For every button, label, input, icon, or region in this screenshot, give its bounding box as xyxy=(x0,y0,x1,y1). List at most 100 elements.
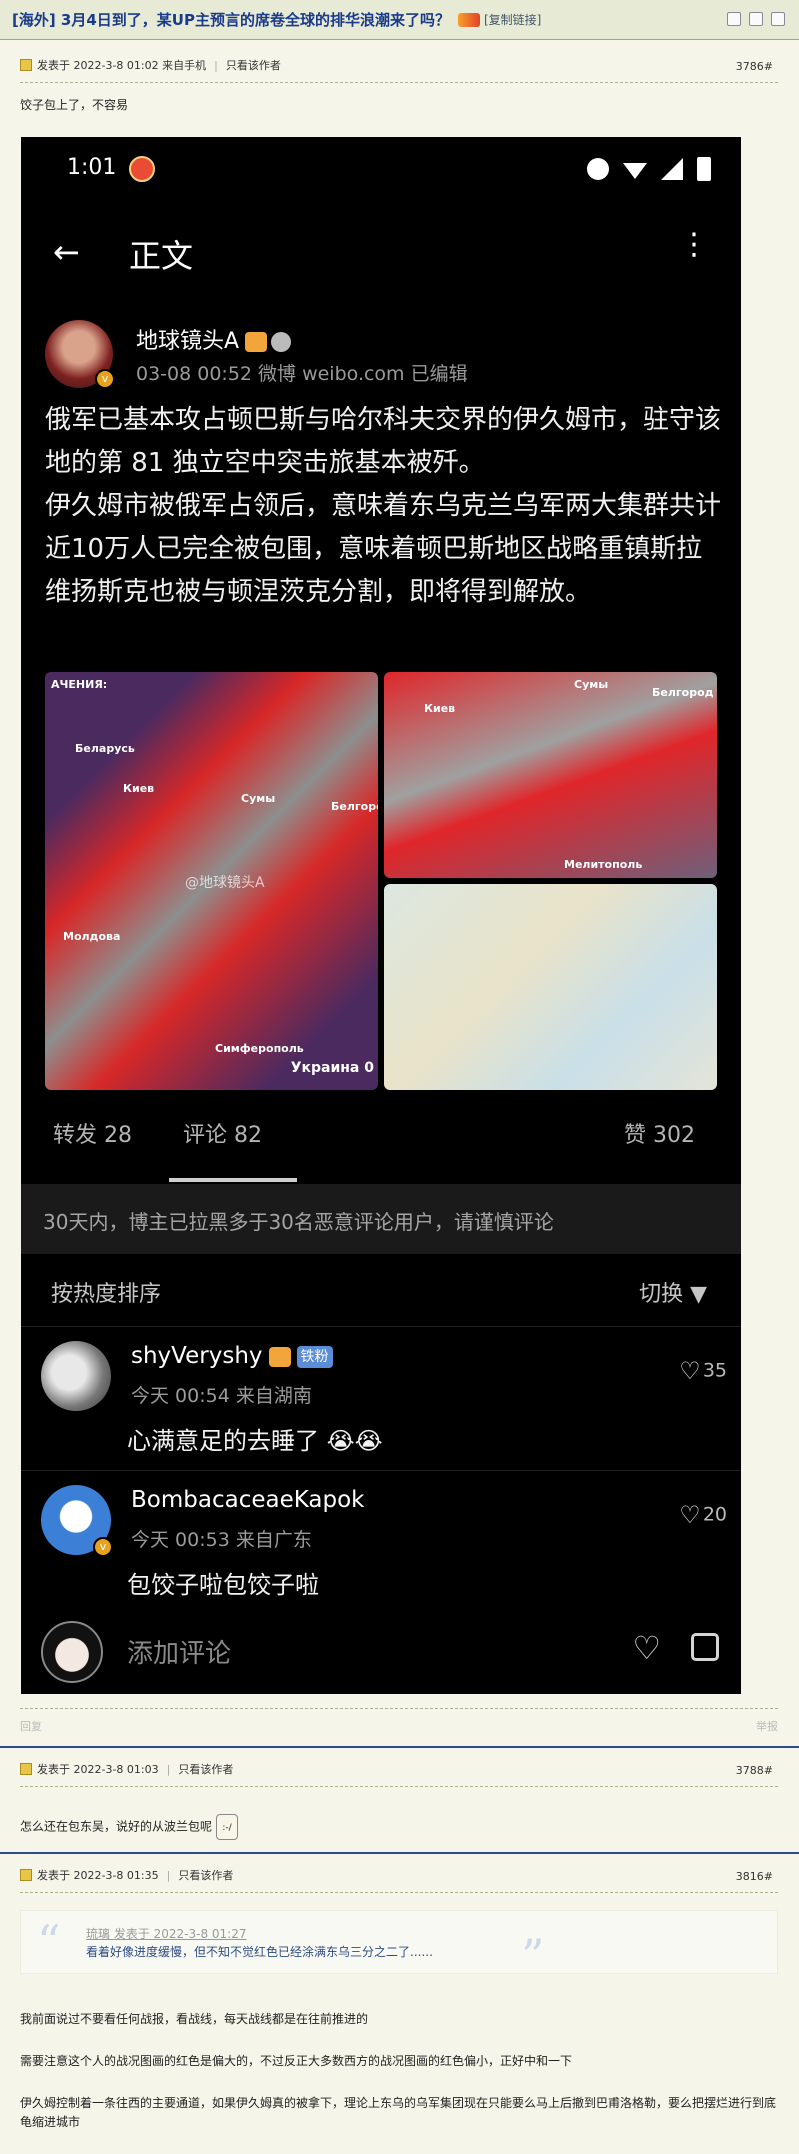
add-comment-input[interactable]: 添加评论 xyxy=(127,1633,231,1670)
action-bar: 转发 28 评论 82 赞 302 xyxy=(21,1103,741,1163)
post-paragraph: 伊久姆控制着一条往西的主要通道，如果伊久姆真的被拿下，理论上东乌的乌军集团现在只… xyxy=(20,2096,777,2129)
post-paragraph: 我前面说过不要看任何战报，看战线，每天战线都是在往前推进的 xyxy=(20,2012,369,2026)
commenter-name-text: shyVeryshy xyxy=(131,1343,263,1369)
post-time: 发表于 2022-3-8 01:03 xyxy=(37,1763,159,1776)
close-quote-icon: ” xyxy=(521,1929,545,1983)
likes-tab[interactable]: 赞 302 xyxy=(624,1117,695,1149)
heart-icon: ♡ xyxy=(679,1501,701,1529)
commenter-avatar[interactable] xyxy=(41,1341,111,1411)
map-watermark: @地球镜头A xyxy=(185,875,265,891)
online-user-icon xyxy=(20,59,32,71)
post-paragraph: 需要注意这个人的战况图画的红色是偏大的，不过反正大多数西方的战况图画的红色偏小，… xyxy=(20,2054,573,2068)
commenter-name[interactable]: BombacaceaeKapok xyxy=(131,1487,365,1513)
map-label: Киев xyxy=(123,782,155,795)
online-user-icon xyxy=(20,1763,32,1775)
copy-link[interactable]: [复制链接] xyxy=(484,11,541,28)
quote-block: “ 琉璃 发表于 2022-3-8 01:27 看着好像进度缓慢，但不知不觉红色… xyxy=(20,1910,778,1983)
divider xyxy=(20,82,778,83)
print-icon[interactable] xyxy=(727,12,741,26)
emoji-icon: 😭😭 xyxy=(326,1427,383,1455)
active-tab-indicator xyxy=(169,1178,297,1182)
post-separator xyxy=(0,1746,799,1748)
only-author-link[interactable]: 只看该作者 xyxy=(226,57,281,73)
author-name[interactable]: 地球镜头A xyxy=(136,323,292,355)
comment-item: v BombacaceaeKapok 今天 00:53 来自广东 包饺子啦包饺子… xyxy=(21,1470,741,1614)
divider xyxy=(20,1708,778,1709)
sort-bar: 按热度排序 切换 ▼ xyxy=(21,1254,741,1326)
war-map-1[interactable]: АЧЕНИЯ: Беларусь Киев Сумы Белгород Молд… xyxy=(45,672,378,1090)
commenter-name[interactable]: shyVeryshy 铁粉 xyxy=(131,1343,333,1369)
heart-icon: ♡ xyxy=(679,1357,701,1385)
map-label: АЧЕНИЯ: xyxy=(51,678,108,691)
only-author-link[interactable]: 只看该作者 xyxy=(178,1867,233,1883)
map-label: Беларусь xyxy=(75,742,135,755)
map-footer: Украина 0 xyxy=(290,1060,374,1076)
comment-like-button[interactable]: ♡ 20 xyxy=(679,1501,727,1529)
back-arrow-icon[interactable]: ← xyxy=(53,233,80,271)
post-text: 怎么还在包东吴，说好的从波兰包呢:-/ xyxy=(20,1814,239,1840)
quote-text: 看着好像进度缓慢，但不知不觉红色已经涂满东乌三分之二了...... xyxy=(86,1945,433,1959)
thread-title: [海外] 3月4日到了，某UP主预言的席卷全球的排华浪潮来了吗？ xyxy=(12,11,450,29)
fan-badge: 铁粉 xyxy=(296,1345,333,1368)
medal-icon xyxy=(271,332,292,352)
nav-title: 正文 xyxy=(129,237,194,275)
author-name-text: 地球镜头A xyxy=(136,329,240,354)
author-meta: 03-08 00:52 微博 weibo.com 已编辑 xyxy=(136,363,468,385)
reply-link[interactable]: 回复 xyxy=(20,1720,42,1733)
next-thread-icon[interactable] xyxy=(771,12,785,26)
comments-tab[interactable]: 评论 82 xyxy=(183,1117,262,1149)
report-link[interactable]: 举报 xyxy=(756,1718,778,1734)
terrain-map[interactable] xyxy=(384,884,717,1090)
post-time: 发表于 2022-3-8 01:02 来自手机 xyxy=(37,59,207,72)
only-author-link[interactable]: 只看该作者 xyxy=(178,1761,233,1777)
floor-number[interactable]: 3788# xyxy=(736,1764,773,1777)
wifi-icon xyxy=(623,163,647,179)
add-comment-bar: 添加评论 ♡ xyxy=(21,1617,741,1694)
map-label: Киев xyxy=(424,702,456,715)
post-separator xyxy=(0,1852,799,1854)
verified-icon: v xyxy=(95,369,115,389)
like-heart-icon[interactable]: ♡ xyxy=(632,1629,661,1667)
map-label: Белгород xyxy=(331,800,378,813)
status-time: 1:01 xyxy=(67,155,117,180)
floor-number[interactable]: 3786# xyxy=(736,60,773,73)
comment-text: 心满意足的去睡了 😭😭 xyxy=(127,1421,383,1456)
meta-separator: | xyxy=(166,1868,171,1882)
weibo-screenshot: 1:01 ← 正文 ⋮ v 地球镜头A 03-08 00:52 微博 weibo… xyxy=(21,137,741,1694)
verified-icon: v xyxy=(93,1537,113,1557)
floor-number[interactable]: 3816# xyxy=(736,1870,773,1883)
post-actions: 回复 举报 xyxy=(20,1718,778,1738)
thread-title-bar: [海外] 3月4日到了，某UP主预言的席卷全球的排华浪潮来了吗？ [复制链接] xyxy=(0,0,799,40)
title-tools xyxy=(727,12,785,26)
comment-notice: 30天内，博主已拉黑多于30名恶意评论用户，请谨慎评论 xyxy=(21,1184,741,1254)
sort-label: 按热度排序 xyxy=(51,1282,162,1307)
comment-like-count: 20 xyxy=(702,1503,727,1526)
meta-separator: | xyxy=(214,58,218,72)
my-avatar xyxy=(41,1621,103,1683)
comment-like-button[interactable]: ♡ 35 xyxy=(679,1357,727,1385)
map-label: Сумы xyxy=(241,792,276,805)
prev-thread-icon[interactable] xyxy=(749,12,763,26)
battery-icon xyxy=(697,157,711,181)
status-icons xyxy=(587,157,711,181)
post-meta: 发表于 2022-3-8 01:35 | 只看该作者 xyxy=(20,1866,233,1884)
switch-sort-button[interactable]: 切换 ▼ xyxy=(639,1276,707,1308)
more-icon[interactable]: ⋮ xyxy=(679,230,709,260)
comment-meta: 今天 00:54 来自湖南 xyxy=(131,1385,312,1407)
weibo-body: 俄军已基本攻占顿巴斯与哈尔科夫交界的伊久姆市，驻守该地的第 81 独立空中突击旅… xyxy=(45,405,722,607)
meta-separator: | xyxy=(166,1762,171,1776)
online-user-icon xyxy=(20,1869,32,1881)
quote-source[interactable]: 琉璃 发表于 2022-3-8 01:27 xyxy=(86,1925,247,1942)
map-grid: АЧЕНИЯ: Беларусь Киев Сумы Белгород Молд… xyxy=(45,672,717,1090)
vip-icon xyxy=(268,1346,291,1367)
war-map-2[interactable]: Сумы Белгород Киев Мелитополь xyxy=(384,672,717,878)
comment-text-body: 心满意足的去睡了 xyxy=(127,1427,319,1455)
share-icon[interactable] xyxy=(691,1633,719,1661)
switch-label: 切换 xyxy=(639,1282,684,1307)
post-time: 发表于 2022-3-8 01:35 xyxy=(37,1869,159,1882)
vip-icon xyxy=(245,332,268,352)
map-label: Молдова xyxy=(63,930,121,943)
post-text: 饺子包上了，不容易 xyxy=(20,98,129,112)
repost-tab[interactable]: 转发 28 xyxy=(53,1117,132,1149)
comment-meta: 今天 00:53 来自广东 xyxy=(131,1529,312,1551)
